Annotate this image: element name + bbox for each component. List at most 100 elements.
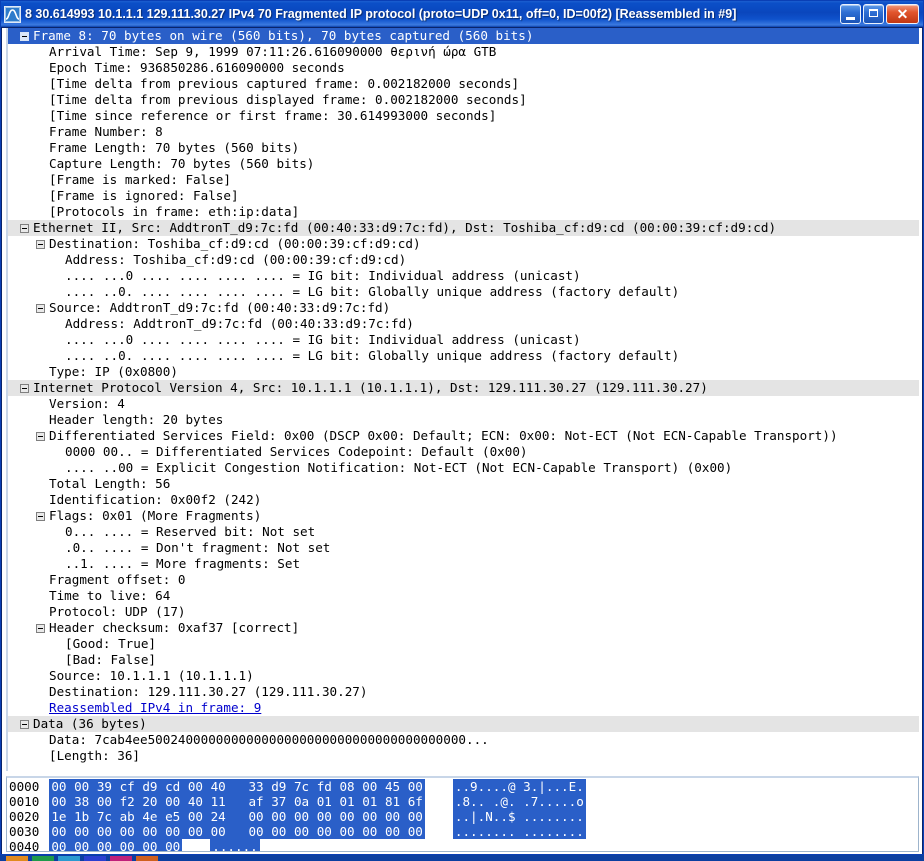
detail-row[interactable]: Address: Toshiba_cf:d9:cd (00:00:39:cf:d… — [8, 252, 919, 268]
hex-dump-row[interactable]: 0020 1e 1b 7c ab 4e e5 00 24 00 00 00 00 … — [9, 809, 918, 824]
detail-row[interactable]: [Frame is ignored: False] — [8, 188, 919, 204]
hex-ascii-gap — [425, 809, 453, 824]
detail-row[interactable]: .... ..0. .... .... .... .... = LG bit: … — [8, 348, 919, 364]
reassembly-link[interactable]: Reassembled IPv4 in frame: 9 — [49, 700, 261, 715]
hex-bytes[interactable]: 1e 1b 7c ab 4e e5 00 24 00 00 00 00 00 0… — [49, 809, 425, 824]
hex-bytes[interactable]: 00 00 00 00 00 00 00 00 00 00 00 00 00 0… — [49, 824, 425, 839]
hex-ascii[interactable]: ...... — [210, 839, 260, 851]
taskbar-window-swatch[interactable] — [32, 856, 54, 861]
detail-row[interactable]: Frame 8: 70 bytes on wire (560 bits), 70… — [8, 28, 919, 44]
detail-row[interactable]: Fragment offset: 0 — [8, 572, 919, 588]
detail-row-label: Total Length: 56 — [49, 476, 171, 491]
detail-row-label: Fragment offset: 0 — [49, 572, 186, 587]
detail-row[interactable]: Address: AddtronT_d9:7c:fd (00:40:33:d9:… — [8, 316, 919, 332]
hex-bytes[interactable]: 00 00 00 00 00 00 — [49, 839, 183, 851]
detail-row[interactable]: [Good: True] — [8, 636, 919, 652]
hex-ascii[interactable]: ..9....@ 3.|...E. — [452, 779, 586, 794]
detail-row[interactable]: Version: 4 — [8, 396, 919, 412]
detail-row[interactable]: .... ..00 = Explicit Congestion Notifica… — [8, 460, 919, 476]
detail-row[interactable]: Header length: 20 bytes — [8, 412, 919, 428]
detail-row[interactable]: [Bad: False] — [8, 652, 919, 668]
window-title: 8 30.614993 10.1.1.1 129.111.30.27 IPv4 … — [25, 7, 737, 21]
hex-ascii[interactable]: .8.. .@. .7.....o — [452, 794, 586, 809]
detail-row[interactable]: Header checksum: 0xaf37 [correct] — [8, 620, 919, 636]
detail-row[interactable]: [Time delta from previous displayed fram… — [8, 92, 919, 108]
detail-row[interactable]: Frame Length: 70 bytes (560 bits) — [8, 140, 919, 156]
collapse-minus-icon[interactable] — [36, 240, 45, 249]
taskbar-window-swatch[interactable] — [58, 856, 80, 861]
detail-row[interactable]: Destination: Toshiba_cf:d9:cd (00:00:39:… — [8, 236, 919, 252]
close-button[interactable]: ✕ — [886, 4, 919, 24]
detail-row[interactable]: Data (36 bytes) — [8, 716, 919, 732]
detail-row-label: 0000 00.. = Differentiated Services Code… — [65, 444, 528, 459]
window-titlebar[interactable]: 8 30.614993 10.1.1.1 129.111.30.27 IPv4 … — [1, 1, 923, 27]
hex-dump-row[interactable]: 0030 00 00 00 00 00 00 00 00 00 00 00 00 … — [9, 824, 918, 839]
detail-row[interactable]: Ethernet II, Src: AddtronT_d9:7c:fd (00:… — [8, 220, 919, 236]
detail-row[interactable]: .... ...0 .... .... .... .... = IG bit: … — [8, 268, 919, 284]
hex-bytes[interactable]: 00 38 00 f2 20 00 40 11 af 37 0a 01 01 0… — [49, 794, 425, 809]
packet-detail-window: 8 30.614993 10.1.1.1 129.111.30.27 IPv4 … — [0, 0, 924, 855]
detail-row[interactable]: Total Length: 56 — [8, 476, 919, 492]
hex-ascii[interactable]: ..|.N..$ ........ — [452, 809, 586, 824]
detail-row[interactable]: Identification: 0x00f2 (242) — [8, 492, 919, 508]
detail-row[interactable]: .... ..0. .... .... .... .... = LG bit: … — [8, 284, 919, 300]
collapse-minus-icon[interactable] — [36, 512, 45, 521]
detail-row[interactable]: Time to live: 64 — [8, 588, 919, 604]
detail-row[interactable]: Epoch Time: 936850286.616090000 seconds — [8, 60, 919, 76]
detail-row[interactable]: [Time since reference or first frame: 30… — [8, 108, 919, 124]
detail-row[interactable]: Source: AddtronT_d9:7c:fd (00:40:33:d9:7… — [8, 300, 919, 316]
detail-row[interactable]: .0.. .... = Don't fragment: Not set — [8, 540, 919, 556]
minimize-button[interactable] — [840, 4, 861, 24]
detail-row[interactable]: Internet Protocol Version 4, Src: 10.1.1… — [8, 380, 919, 396]
detail-row[interactable]: Arrival Time: Sep 9, 1999 07:11:26.61609… — [8, 44, 919, 60]
taskbar-window-swatch[interactable] — [136, 856, 158, 861]
detail-row[interactable]: .... ...0 .... .... .... .... = IG bit: … — [8, 332, 919, 348]
detail-row-label: Ethernet II, Src: AddtronT_d9:7c:fd (00:… — [33, 220, 777, 235]
hex-ascii[interactable]: ........ ........ — [452, 824, 586, 839]
hex-dump-row[interactable]: 0010 00 38 00 f2 20 00 40 11 af 37 0a 01 … — [9, 794, 918, 809]
collapse-minus-icon[interactable] — [36, 624, 45, 633]
detail-row-label: Flags: 0x01 (More Fragments) — [49, 508, 262, 523]
hex-dump-row[interactable]: 0040 00 00 00 00 00 00...... — [9, 839, 918, 851]
hex-dump-row[interactable]: 0000 00 00 39 cf d9 cd 00 40 33 d9 7c fd … — [9, 779, 918, 794]
maximize-icon — [869, 9, 878, 17]
collapse-minus-icon[interactable] — [36, 432, 45, 441]
detail-row-label: Type: IP (0x0800) — [49, 364, 178, 379]
packet-detail-tree[interactable]: Frame 8: 70 bytes on wire (560 bits), 70… — [6, 28, 919, 771]
detail-row[interactable]: Reassembled IPv4 in frame: 9 — [8, 700, 919, 716]
detail-row-label: .... ...0 .... .... .... .... = IG bit: … — [65, 268, 581, 283]
taskbar-window-swatch[interactable] — [84, 856, 106, 861]
collapse-minus-icon[interactable] — [20, 720, 29, 729]
detail-row[interactable]: [Protocols in frame: eth:ip:data] — [8, 204, 919, 220]
packet-bytes-pane[interactable]: 0000 00 00 39 cf d9 cd 00 40 33 d9 7c fd … — [6, 776, 919, 852]
detail-row-label: Frame 8: 70 bytes on wire (560 bits), 70… — [33, 28, 534, 43]
detail-row[interactable]: [Time delta from previous captured frame… — [8, 76, 919, 92]
collapse-minus-icon[interactable] — [36, 304, 45, 313]
detail-row[interactable]: Protocol: UDP (17) — [8, 604, 919, 620]
detail-row[interactable]: [Frame is marked: False] — [8, 172, 919, 188]
detail-row[interactable]: Destination: 129.111.30.27 (129.111.30.2… — [8, 684, 919, 700]
collapse-minus-icon[interactable] — [20, 32, 29, 41]
taskbar-window-swatch[interactable] — [6, 856, 28, 861]
detail-row-label: Internet Protocol Version 4, Src: 10.1.1… — [33, 380, 708, 395]
detail-row[interactable]: Differentiated Services Field: 0x00 (DSC… — [8, 428, 919, 444]
detail-row[interactable]: ..1. .... = More fragments: Set — [8, 556, 919, 572]
detail-row-label: [Frame is marked: False] — [49, 172, 231, 187]
detail-row[interactable]: Type: IP (0x0800) — [8, 364, 919, 380]
detail-row[interactable]: Capture Length: 70 bytes (560 bits) — [8, 156, 919, 172]
detail-row[interactable]: 0... .... = Reserved bit: Not set — [8, 524, 919, 540]
detail-row-label: Address: Toshiba_cf:d9:cd (00:00:39:cf:d… — [65, 252, 407, 267]
detail-row-label: Source: 10.1.1.1 (10.1.1.1) — [49, 668, 254, 683]
detail-row-label: Epoch Time: 936850286.616090000 seconds — [49, 60, 345, 75]
collapse-minus-icon[interactable] — [20, 384, 29, 393]
collapse-minus-icon[interactable] — [20, 224, 29, 233]
hex-bytes[interactable]: 00 00 39 cf d9 cd 00 40 33 d9 7c fd 08 0… — [49, 779, 425, 794]
detail-row[interactable]: Data: 7cab4ee500240000000000000000000000… — [8, 732, 919, 748]
detail-row[interactable]: Frame Number: 8 — [8, 124, 919, 140]
detail-row[interactable]: [Length: 36] — [8, 748, 919, 764]
detail-row[interactable]: Source: 10.1.1.1 (10.1.1.1) — [8, 668, 919, 684]
taskbar-window-swatch[interactable] — [110, 856, 132, 861]
detail-row[interactable]: 0000 00.. = Differentiated Services Code… — [8, 444, 919, 460]
maximize-button[interactable] — [863, 4, 884, 24]
detail-row[interactable]: Flags: 0x01 (More Fragments) — [8, 508, 919, 524]
